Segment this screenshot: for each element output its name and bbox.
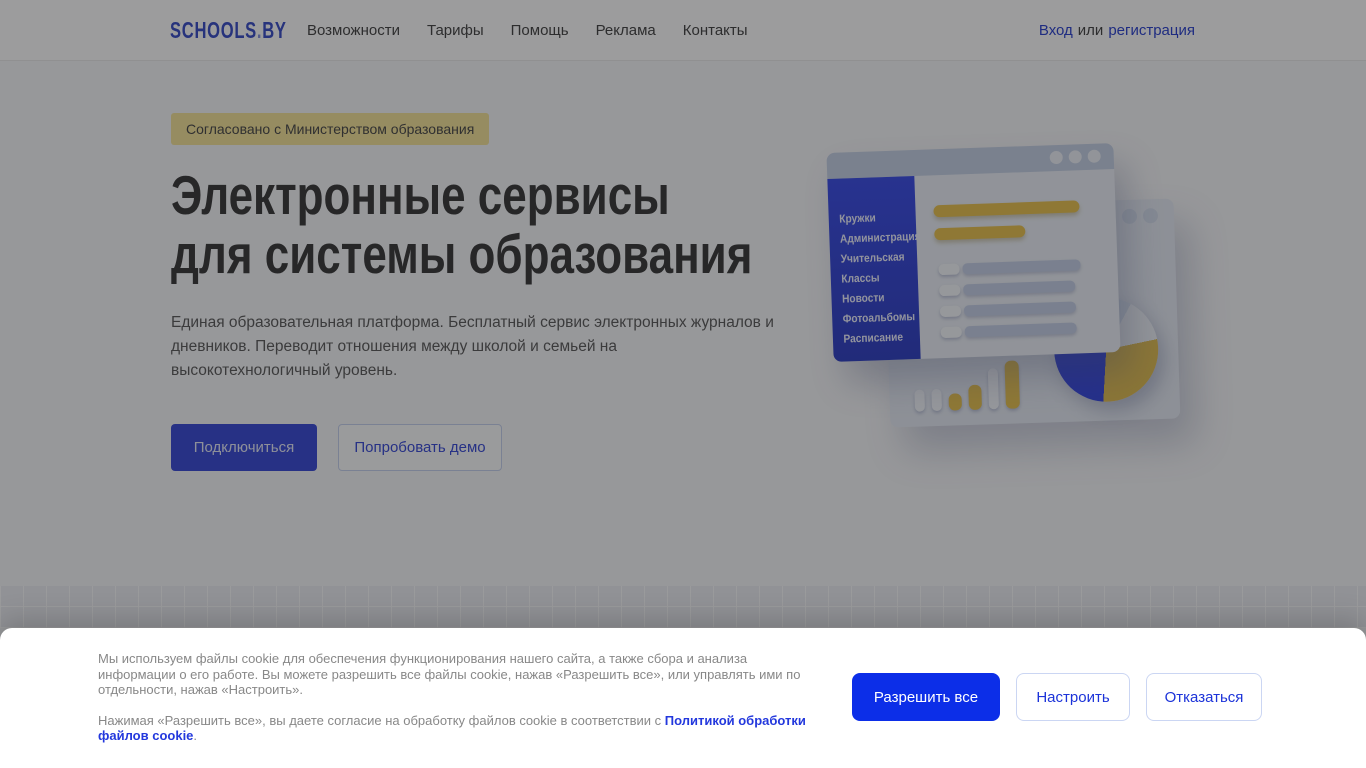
page: SCHOOLS.BY Возможности Тарифы Помощь Рек… <box>0 0 1366 768</box>
configure-button[interactable]: Настроить <box>1016 673 1130 721</box>
cookie-text: Мы используем файлы cookie для обеспечен… <box>98 651 813 744</box>
allow-all-button[interactable]: Разрешить все <box>852 673 1000 721</box>
cookie-banner: Мы используем файлы cookie для обеспечен… <box>0 628 1366 768</box>
cookie-buttons: Разрешить все Настроить Отказаться <box>852 673 1262 721</box>
cookie-paragraph-1: Мы используем файлы cookie для обеспечен… <box>98 651 801 697</box>
cookie-paragraph-2-text: Нажимая «Разрешить все», вы даете соглас… <box>98 712 665 728</box>
cookie-paragraph-2-suffix: . <box>193 728 198 743</box>
cookie-paragraph-2: Нажимая «Разрешить все», вы даете соглас… <box>98 713 813 744</box>
decline-button[interactable]: Отказаться <box>1146 673 1262 721</box>
